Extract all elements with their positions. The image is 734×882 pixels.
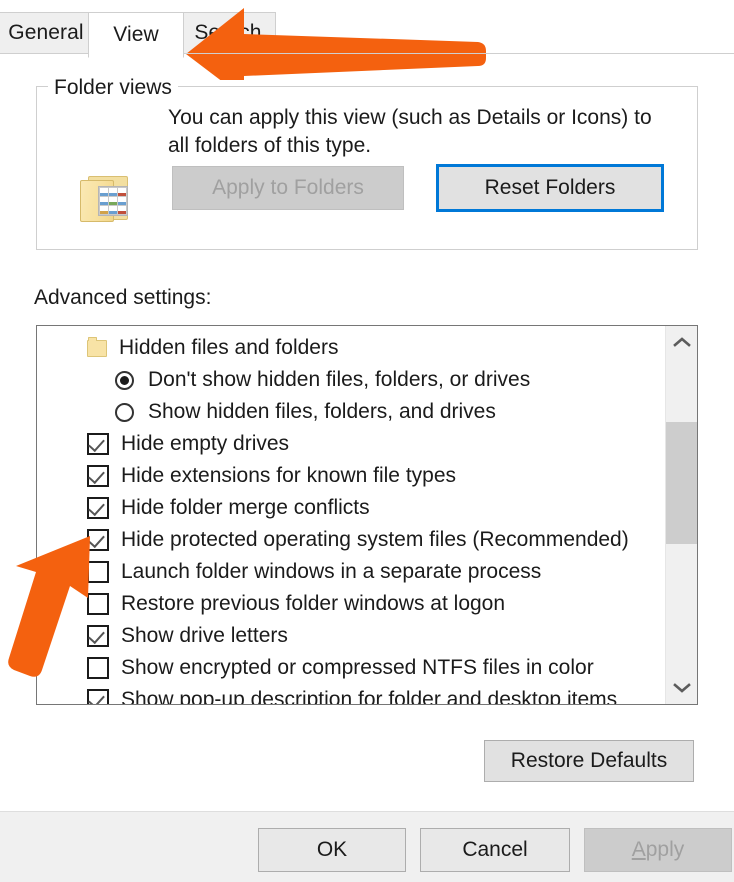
tab-search-label: Search [194, 21, 262, 44]
list-item-label: Hide folder merge conflicts [121, 496, 370, 519]
tab-view-label: View [113, 23, 159, 46]
list-item-label: Show encrypted or compressed NTFS files … [121, 656, 594, 679]
reset-folders-label: Reset Folders [484, 176, 616, 199]
list-item[interactable]: Show drive letters [37, 620, 665, 652]
list-item[interactable]: Hidden files and folders [37, 332, 665, 364]
folder-views-legend: Folder views [48, 76, 178, 100]
list-item[interactable]: Hide folder merge conflicts [37, 492, 665, 524]
tab-view[interactable]: View [88, 12, 184, 58]
list-item[interactable]: Show pop-up description for folder and d… [37, 684, 665, 705]
advanced-settings-scrollbar[interactable] [665, 326, 697, 704]
list-item-label: Show drive letters [121, 624, 288, 647]
list-item-label: Hide protected operating system files (R… [121, 528, 629, 551]
checkbox-hide-folder-merge-conflicts[interactable] [87, 497, 109, 519]
checkbox-hide-protected-os-files[interactable] [87, 529, 109, 551]
checkbox-hide-extensions[interactable] [87, 465, 109, 487]
advanced-settings-label: Advanced settings: [34, 286, 212, 309]
list-item-label: Don't show hidden files, folders, or dri… [148, 368, 531, 391]
tab-search[interactable]: Search [180, 12, 276, 54]
tab-general[interactable]: General [0, 12, 94, 54]
list-item-label: Hidden files and folders [119, 336, 339, 359]
list-item-label: Hide empty drives [121, 432, 290, 455]
list-item[interactable]: Hide extensions for known file types [37, 460, 665, 492]
apply-label-rest: pply [645, 838, 685, 861]
tab-strip: General Search View [0, 12, 734, 58]
restore-defaults-label: Restore Defaults [510, 749, 668, 772]
folder-views-description: You can apply this view (such as Details… [168, 106, 652, 157]
ok-label: OK [316, 838, 348, 861]
folder-icon [87, 336, 107, 357]
list-item[interactable]: Show hidden files, folders, and drives [37, 396, 665, 428]
checkbox-show-drive-letters[interactable] [87, 625, 109, 647]
list-item-label: Launch folder windows in a separate proc… [121, 560, 542, 583]
checkbox-launch-folder-windows-separate-process[interactable] [87, 561, 109, 583]
ok-button[interactable]: OK [258, 828, 406, 872]
list-item-label: Show pop-up description for folder and d… [121, 688, 618, 705]
restore-defaults-button[interactable]: Restore Defaults [484, 740, 694, 782]
apply-button[interactable]: Apply [584, 828, 732, 872]
list-item[interactable]: Restore previous folder windows at logon [37, 588, 665, 620]
cancel-button[interactable]: Cancel [420, 828, 570, 872]
radio-dont-show-hidden[interactable] [115, 370, 134, 390]
list-item[interactable]: Show encrypted or compressed NTFS files … [37, 652, 665, 684]
list-item[interactable]: Hide empty drives [37, 428, 665, 460]
reset-folders-button[interactable]: Reset Folders [436, 164, 664, 212]
dialog-footer: OK Cancel Apply [0, 811, 734, 882]
apply-to-folders-button[interactable]: Apply to Folders [172, 166, 404, 210]
list-item[interactable]: Don't show hidden files, folders, or dri… [37, 364, 665, 396]
list-item[interactable]: Launch folder windows in a separate proc… [37, 556, 665, 588]
list-item-label: Restore previous folder windows at logon [121, 592, 506, 615]
checkbox-show-encrypted-ntfs-color[interactable] [87, 657, 109, 679]
radio-show-hidden[interactable] [115, 402, 134, 422]
apply-to-folders-label: Apply to Folders [212, 176, 364, 199]
view-tab-page: Folder views You can apply this view (su… [0, 54, 734, 811]
advanced-settings-list: Hidden files and folders Don't show hidd… [37, 326, 665, 704]
checkbox-restore-previous-folder-windows[interactable] [87, 593, 109, 615]
advanced-settings-listbox[interactable]: Hidden files and folders Don't show hidd… [36, 325, 698, 705]
list-item[interactable]: Hide protected operating system files (R… [37, 524, 665, 556]
chevron-down-icon[interactable] [666, 672, 697, 704]
checkbox-hide-empty-drives[interactable] [87, 433, 109, 455]
list-item-label: Show hidden files, folders, and drives [148, 400, 496, 423]
scrollbar-thumb[interactable] [666, 422, 697, 544]
tab-general-label: General [8, 21, 84, 44]
cancel-label: Cancel [462, 838, 528, 861]
checkbox-show-popup-description[interactable] [87, 689, 109, 704]
list-item-label: Hide extensions for known file types [121, 464, 457, 487]
folder-options-dialog: General Search View Folder views You can… [0, 0, 734, 882]
chevron-up-icon[interactable] [666, 326, 697, 358]
apply-label-accel: A [631, 838, 646, 861]
folder-views-icon [78, 172, 134, 226]
